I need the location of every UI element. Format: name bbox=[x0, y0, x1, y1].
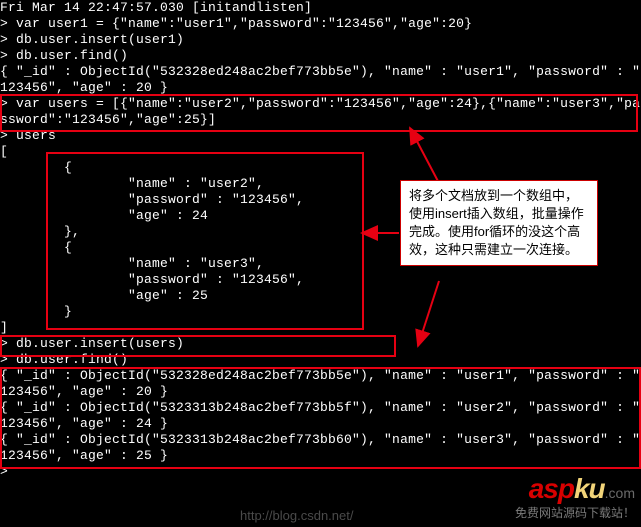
wm-asp: asp bbox=[529, 473, 574, 504]
watermark-logo: aspku.com bbox=[529, 473, 635, 505]
csdn-watermark: http://blog.csdn.net/ bbox=[240, 508, 353, 523]
annotation-box: 将多个文档放到一个数组中，使用insert插入数组，批量操作完成。使用for循环… bbox=[400, 180, 598, 266]
watermark-tagline: 免费网站源码下载站！ bbox=[515, 504, 635, 521]
wm-com: .com bbox=[605, 485, 635, 501]
wm-ku: ku bbox=[574, 473, 605, 504]
annotation-text: 将多个文档放到一个数组中，使用insert插入数组，批量操作完成。使用for循环… bbox=[409, 188, 584, 257]
